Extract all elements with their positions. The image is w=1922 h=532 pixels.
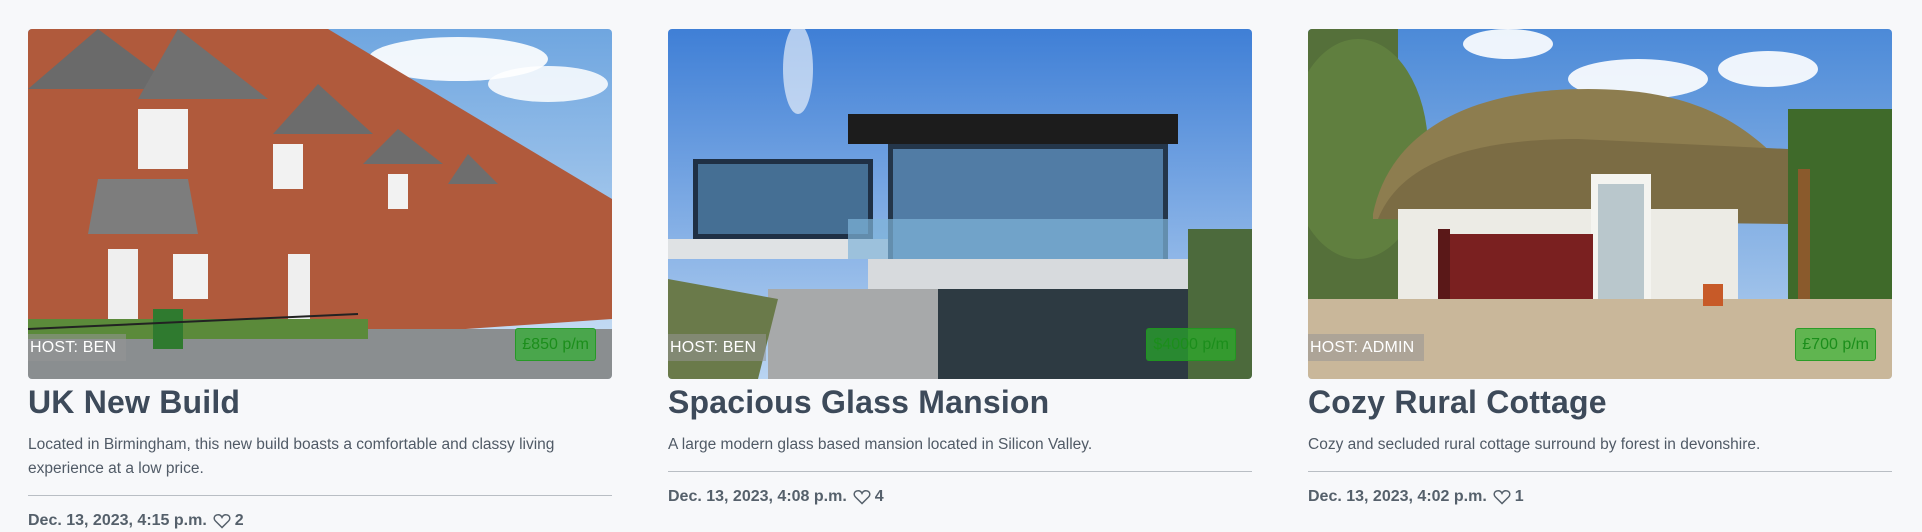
listing-card: HOST: BEN $4000 p/m Spacious Glass Mansi… [668, 29, 1252, 506]
listing-description: Cozy and secluded rural cottage surround… [1308, 436, 1761, 453]
price-badge: £700 p/m [1795, 328, 1876, 361]
like-count: 1 [1514, 488, 1524, 505]
listing-meta: Dec. 13, 2023, 4:02 p.m. 1 [1308, 488, 1892, 506]
listing-meta: Dec. 13, 2023, 4:08 p.m. 4 [668, 488, 1252, 506]
like-count: 2 [234, 512, 244, 529]
listing-card: HOST: ADMIN £700 p/m Cozy Rural Cottage … [1308, 29, 1892, 506]
listing-date: Dec. 13, 2023, 4:15 p.m. [28, 512, 207, 529]
listing-image-link[interactable]: HOST: BEN $4000 p/m [668, 29, 1252, 379]
listing-card: HOST: BEN £850 p/m UK New Build Located … [28, 29, 612, 530]
host-label: HOST: BEN [668, 334, 767, 361]
listing-image-link[interactable]: HOST: BEN £850 p/m [28, 29, 612, 379]
listing-meta: Dec. 13, 2023, 4:15 p.m. 2 [28, 512, 612, 530]
price-badge: $4000 p/m [1146, 328, 1236, 361]
listing-title[interactable]: Cozy Rural Cottage [1308, 384, 1892, 421]
divider [668, 471, 1252, 472]
divider [28, 495, 612, 496]
host-label: HOST: BEN [28, 334, 127, 361]
glass-mansion-photo [668, 29, 1252, 379]
listing-title[interactable]: Spacious Glass Mansion [668, 384, 1252, 421]
listings-grid: HOST: BEN £850 p/m UK New Build Located … [0, 0, 1922, 532]
heart-icon[interactable] [213, 513, 231, 529]
listing-image-link[interactable]: HOST: ADMIN £700 p/m [1308, 29, 1892, 379]
listing-title[interactable]: UK New Build [28, 384, 612, 421]
listing-date: Dec. 13, 2023, 4:08 p.m. [668, 488, 847, 505]
host-label: HOST: ADMIN [1308, 334, 1425, 361]
listing-date: Dec. 13, 2023, 4:02 p.m. [1308, 488, 1487, 505]
listing-description: Located in Birmingham, this new build bo… [28, 436, 555, 477]
like-count: 4 [874, 488, 884, 505]
heart-icon[interactable] [853, 489, 871, 505]
listing-description: A large modern glass based mansion locat… [668, 436, 1093, 453]
terraced-houses-photo [28, 29, 612, 379]
thatched-cottage-photo [1308, 29, 1892, 379]
divider [1308, 471, 1892, 472]
heart-icon[interactable] [1493, 489, 1511, 505]
price-badge: £850 p/m [515, 328, 596, 361]
